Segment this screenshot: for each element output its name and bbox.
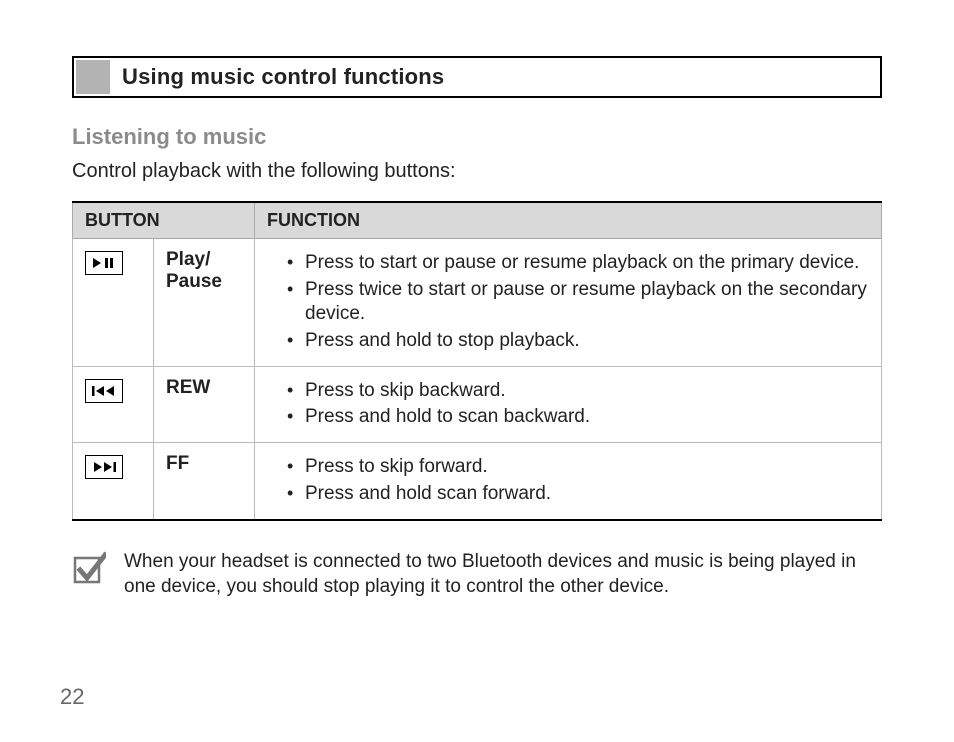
button-label: Play/ Pause xyxy=(154,239,255,367)
section-title-bar: Using music control functions xyxy=(72,56,882,98)
function-list: Press to skip forward.Press and hold sca… xyxy=(267,455,869,506)
function-cell: Press to skip forward.Press and hold sca… xyxy=(255,443,882,520)
col-header-button: BUTTON xyxy=(73,202,255,239)
button-icon-cell xyxy=(73,443,154,520)
rew-icon xyxy=(85,379,123,403)
ff-icon xyxy=(85,455,123,479)
function-cell: Press to skip backward.Press and hold to… xyxy=(255,366,882,442)
button-label: FF xyxy=(154,443,255,520)
function-item: Press and hold scan forward. xyxy=(287,482,869,507)
note-box: When your headset is connected to two Bl… xyxy=(72,549,882,600)
checkmark-icon xyxy=(72,551,106,600)
function-item: Press twice to start or pause or resume … xyxy=(287,278,869,327)
col-header-function: FUNCTION xyxy=(255,202,882,239)
subsection-heading: Listening to music xyxy=(72,124,882,150)
functions-table: BUTTON FUNCTION Play/ Pause Press to star… xyxy=(72,201,882,521)
table-row: Play/ Pause Press to start or pause or re… xyxy=(73,239,882,367)
button-label: REW xyxy=(154,366,255,442)
function-cell: Press to start or pause or resume playba… xyxy=(255,239,882,367)
note-text: When your headset is connected to two Bl… xyxy=(124,549,882,600)
page-number: 22 xyxy=(60,684,84,710)
section-title-block xyxy=(76,60,110,94)
function-item: Press to start or pause or resume playba… xyxy=(287,251,869,276)
play-pause-icon xyxy=(85,251,123,275)
function-item: Press to skip backward. xyxy=(287,379,869,404)
button-icon-cell xyxy=(73,239,154,367)
function-item: Press and hold to stop playback. xyxy=(287,329,869,354)
section-title-text: Using music control functions xyxy=(112,58,444,96)
table-body: Play/ Pause Press to start or pause or re… xyxy=(73,239,882,520)
function-list: Press to skip backward.Press and hold to… xyxy=(267,379,869,430)
table-row: REWPress to skip backward.Press and hold… xyxy=(73,366,882,442)
function-item: Press and hold to scan backward. xyxy=(287,405,869,430)
table-row: FFPress to skip forward.Press and hold s… xyxy=(73,443,882,520)
button-icon-cell xyxy=(73,366,154,442)
function-list: Press to start or pause or resume playba… xyxy=(267,251,869,354)
function-item: Press to skip forward. xyxy=(287,455,869,480)
lead-paragraph: Control playback with the following butt… xyxy=(72,160,882,183)
